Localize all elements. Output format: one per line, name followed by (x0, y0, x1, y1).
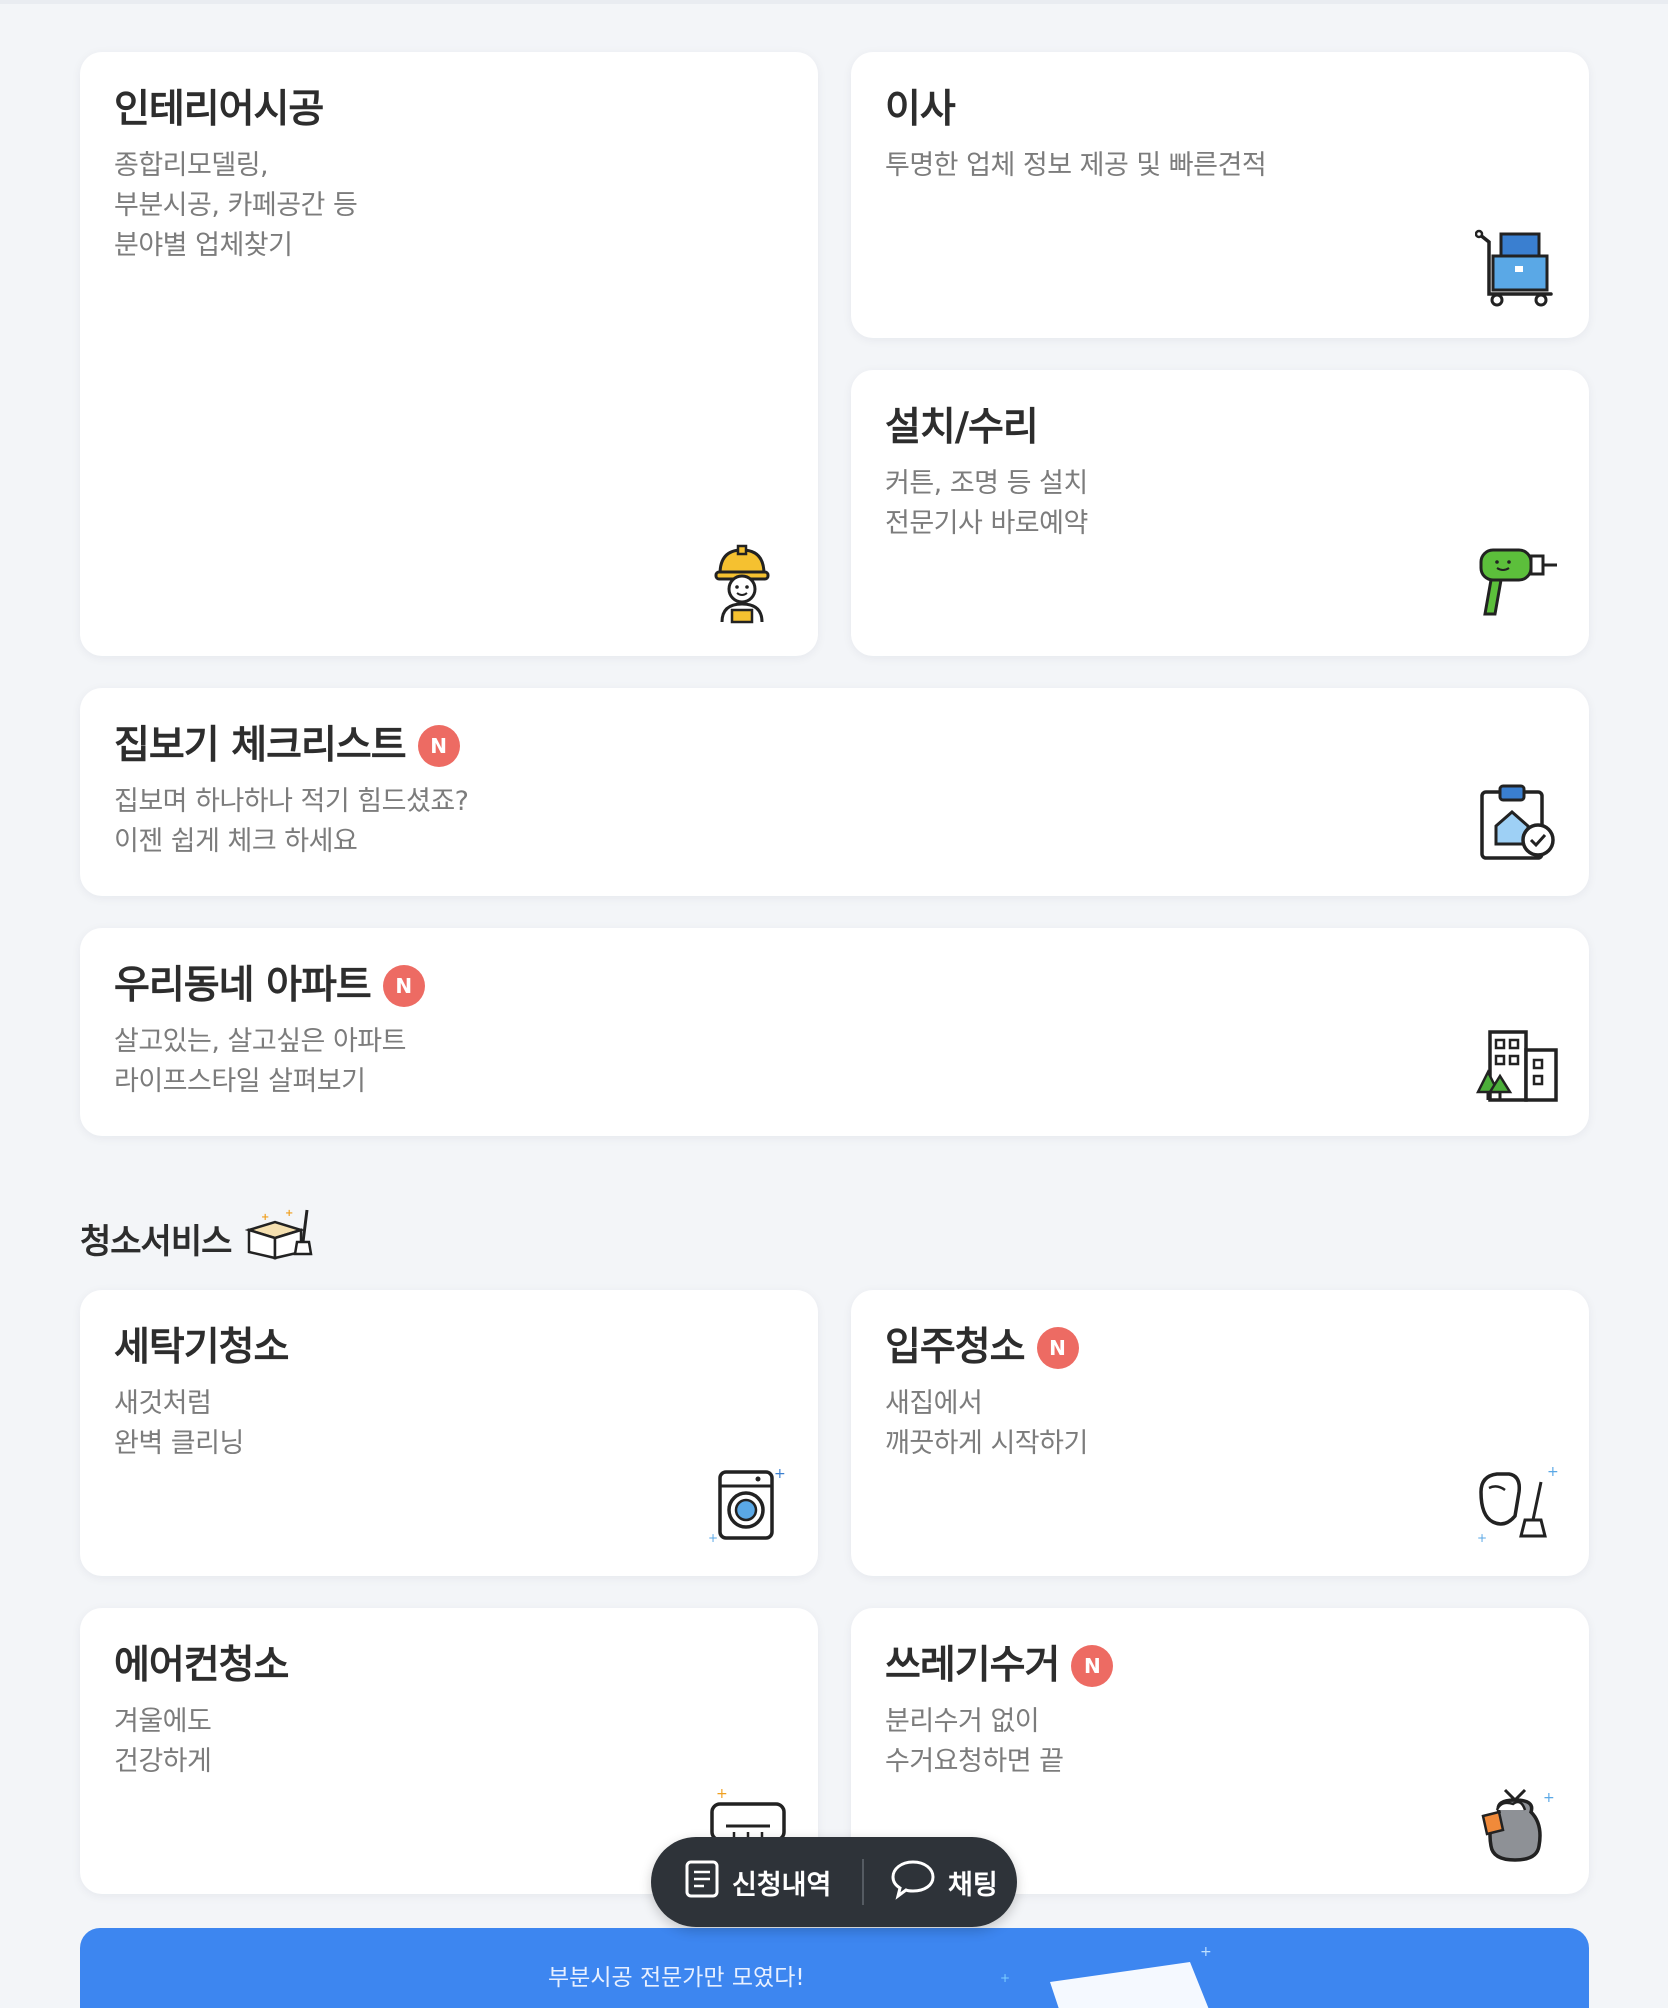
card-description: 집보며 하나하나 적기 힘드셨죠? 이젠 쉽게 체크 하세요 (114, 786, 469, 857)
card-description: 새집에서 깨끗하게 시작하기 (885, 1388, 1088, 1459)
new-badge: N (382, 965, 425, 1007)
new-badge: N (1036, 1327, 1079, 1369)
card-title: 우리동네 아파트 N (114, 962, 1555, 1010)
moving-cart-icon (1474, 228, 1559, 312)
card-description: 살고있는, 살고싶은 아파트 라이프스타일 살펴보기 (114, 1026, 407, 1097)
card-movein[interactable]: 입주청소 N 새집에서 깨끗하게 시작하기 + + (851, 1290, 1589, 1576)
floating-action-bar: 신청내역 채팅 (651, 1837, 1017, 1927)
floatbar-divider (862, 1859, 864, 1905)
svg-text:+: + (1200, 1944, 1212, 1960)
card-description: 분리수거 없이 수거요청하면 끝 (885, 1706, 1064, 1777)
construction-worker-icon (712, 544, 772, 628)
drill-icon (1477, 546, 1559, 622)
card-description: 투명한 업체 정보 제공 및 빠른견적 (885, 150, 1267, 181)
document-icon (684, 1859, 720, 1906)
card-title: 에어컨청소 (114, 1643, 289, 1688)
card-title-text: 우리동네 아파트 (114, 963, 372, 1008)
svg-text:+: + (1547, 1466, 1559, 1480)
new-badge: N (1071, 1645, 1114, 1687)
card-title: 설치/수리 (885, 405, 1039, 450)
card-title-text: 집보기 체크리스트 (114, 723, 407, 768)
card-title: 세탁기청소 (114, 1325, 289, 1370)
chat-button[interactable]: 채팅 (890, 1837, 998, 1927)
clipboard-check-icon (1478, 782, 1558, 866)
svg-text:+: + (261, 1212, 269, 1223)
apartment-building-icon (1475, 1028, 1560, 1108)
card-title: 집보기 체크리스트 N (114, 722, 1555, 770)
card-title-text: 입주청소 (885, 1325, 1026, 1370)
card-description: 종합리모델링, 부분시공, 카페공간 등 분야별 업체찾기 (114, 150, 358, 261)
svg-text:+: + (1477, 1531, 1487, 1544)
card-checklist[interactable]: 집보기 체크리스트 N 집보며 하나하나 적기 힘드셨죠? 이젠 쉽게 체크 하… (80, 688, 1589, 896)
svg-text:+: + (285, 1208, 293, 1219)
card-apartment[interactable]: 우리동네 아파트 N 살고있는, 살고싶은 아파트 라이프스타일 살펴보기 (80, 928, 1589, 1136)
card-title-text: 쓰레기수거 (885, 1643, 1060, 1688)
chat-bubble-icon (890, 1858, 936, 1907)
section-title: 청소서비스 + + (80, 1208, 317, 1269)
card-moving[interactable]: 이사 투명한 업체 정보 제공 및 빠른견적 (851, 52, 1589, 338)
svg-text:+: + (708, 1531, 718, 1545)
washing-machine-icon: + + (706, 1466, 786, 1550)
svg-text:+: + (716, 1786, 728, 1802)
card-install[interactable]: 설치/수리 커튼, 조명 등 설치 전문기사 바로예약 (851, 370, 1589, 656)
card-description: 커튼, 조명 등 설치 전문기사 바로예약 (885, 468, 1088, 539)
svg-text:+: + (1000, 1971, 1010, 1985)
history-button[interactable]: 신청내역 (651, 1837, 834, 1927)
card-title: 이사 (885, 87, 956, 132)
chat-label: 채팅 (948, 1869, 998, 1901)
svg-text:+: + (774, 1466, 786, 1482)
cleaning-box-icon: + + (245, 1208, 317, 1269)
svg-text:+: + (1543, 1790, 1555, 1806)
card-description: 겨울에도 건강하게 (114, 1706, 212, 1777)
card-title: 입주청소 N (885, 1324, 1555, 1372)
section-title-text: 청소서비스 (80, 1222, 232, 1262)
card-title: 쓰레기수거 N (885, 1642, 1555, 1690)
history-label: 신청내역 (732, 1869, 832, 1901)
card-description: 새것처럼 완벽 클리닝 (114, 1388, 244, 1459)
top-divider (0, 0, 1668, 4)
card-title: 인테리어시공 (114, 87, 324, 132)
card-interior[interactable]: 인테리어시공 종합리모델링, 부분시공, 카페공간 등 분야별 업체찾기 (80, 52, 818, 656)
trash-bag-icon: + (1481, 1784, 1557, 1868)
banner-illustration-icon: + + (980, 1942, 1220, 2008)
card-washer[interactable]: 세탁기청소 새것처럼 완벽 클리닝 + + (80, 1290, 818, 1576)
promo-banner[interactable]: 부분시공 전문가만 모였다! + + (80, 1928, 1589, 2008)
cleaning-glove-icon: + + (1475, 1464, 1559, 1548)
banner-text: 부분시공 전문가만 모였다! (548, 1965, 805, 1991)
new-badge: N (417, 725, 460, 767)
